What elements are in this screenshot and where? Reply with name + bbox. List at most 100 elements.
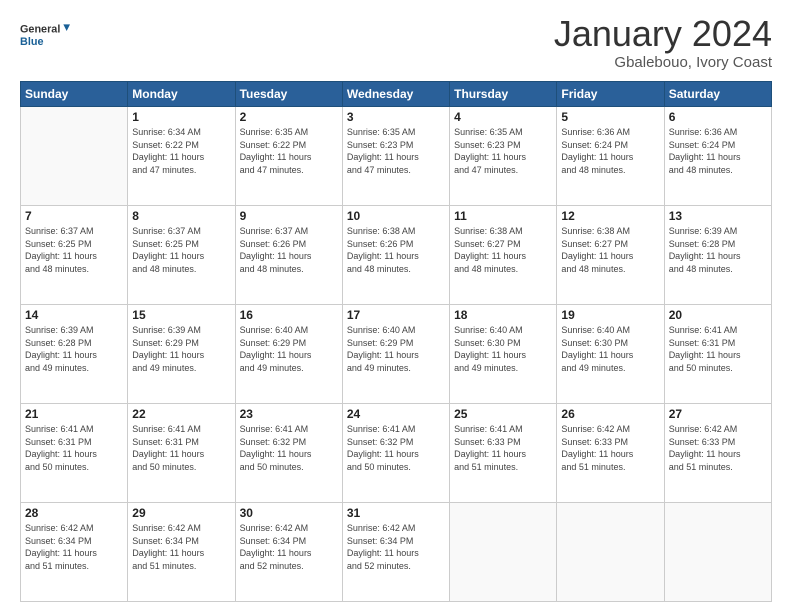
day-info: Sunrise: 6:37 AMSunset: 6:25 PMDaylight:… <box>25 225 123 275</box>
calendar-cell: 27 Sunrise: 6:42 AMSunset: 6:33 PMDayligh… <box>664 404 771 503</box>
day-number: 3 <box>347 110 445 124</box>
calendar-cell: 16 Sunrise: 6:40 AMSunset: 6:29 PMDayligh… <box>235 305 342 404</box>
day-number: 11 <box>454 209 552 223</box>
calendar-cell: 18Sunrise: 6:40 AMSunset: 6:30 PMDayligh… <box>450 305 557 404</box>
calendar-cell: 28 Sunrise: 6:42 AMSunset: 6:34 PMDayligh… <box>21 503 128 602</box>
day-info: Sunrise: 6:42 AMSunset: 6:34 PMDaylight:… <box>347 522 445 572</box>
day-number: 12 <box>561 209 659 223</box>
svg-text:General: General <box>20 24 60 36</box>
day-number: 4 <box>454 110 552 124</box>
calendar-header-row: SundayMondayTuesdayWednesdayThursdayFrid… <box>21 82 772 107</box>
day-info: Sunrise: 6:41 AMSunset: 6:32 PMDaylight:… <box>347 423 445 473</box>
day-info: Sunrise: 6:42 AMSunset: 6:34 PMDaylight:… <box>25 522 123 572</box>
day-info: Sunrise: 6:40 AMSunset: 6:29 PMDaylight:… <box>240 324 338 374</box>
day-info: Sunrise: 6:34 AMSunset: 6:22 PMDaylight:… <box>132 126 230 176</box>
day-number: 30 <box>240 506 338 520</box>
col-header-sunday: Sunday <box>21 82 128 107</box>
day-info: Sunrise: 6:40 AMSunset: 6:30 PMDaylight:… <box>561 324 659 374</box>
calendar-cell: 19 Sunrise: 6:40 AMSunset: 6:30 PMDayligh… <box>557 305 664 404</box>
day-number: 7 <box>25 209 123 223</box>
calendar-cell: 13 Sunrise: 6:39 AMSunset: 6:28 PMDayligh… <box>664 206 771 305</box>
day-number: 28 <box>25 506 123 520</box>
day-number: 20 <box>669 308 767 322</box>
calendar-cell: 29 Sunrise: 6:42 AMSunset: 6:34 PMDayligh… <box>128 503 235 602</box>
col-header-thursday: Thursday <box>450 82 557 107</box>
svg-text:Blue: Blue <box>20 36 43 48</box>
calendar-cell: 24 Sunrise: 6:41 AMSunset: 6:32 PMDayligh… <box>342 404 449 503</box>
calendar-cell: 11 Sunrise: 6:38 AMSunset: 6:27 PMDayligh… <box>450 206 557 305</box>
day-number: 2 <box>240 110 338 124</box>
day-info: Sunrise: 6:35 AMSunset: 6:22 PMDaylight:… <box>240 126 338 176</box>
day-info: Sunrise: 6:39 AMSunset: 6:29 PMDaylight:… <box>132 324 230 374</box>
calendar-cell <box>557 503 664 602</box>
day-info: Sunrise: 6:36 AMSunset: 6:24 PMDaylight:… <box>561 126 659 176</box>
calendar-cell <box>450 503 557 602</box>
day-number: 14 <box>25 308 123 322</box>
day-info: Sunrise: 6:40 AMSunset: 6:29 PMDaylight:… <box>347 324 445 374</box>
day-info: Sunrise: 6:37 AMSunset: 6:26 PMDaylight:… <box>240 225 338 275</box>
day-info: Sunrise: 6:36 AMSunset: 6:24 PMDaylight:… <box>669 126 767 176</box>
day-number: 24 <box>347 407 445 421</box>
day-number: 5 <box>561 110 659 124</box>
page: General Blue January 2024 Gbalebouo, Ivo… <box>0 0 792 612</box>
day-number: 29 <box>132 506 230 520</box>
day-info: Sunrise: 6:42 AMSunset: 6:34 PMDaylight:… <box>132 522 230 572</box>
calendar-cell: 7 Sunrise: 6:37 AMSunset: 6:25 PMDaylight… <box>21 206 128 305</box>
calendar-cell: 9 Sunrise: 6:37 AMSunset: 6:26 PMDaylight… <box>235 206 342 305</box>
calendar-cell: 17 Sunrise: 6:40 AMSunset: 6:29 PMDayligh… <box>342 305 449 404</box>
col-header-saturday: Saturday <box>664 82 771 107</box>
day-info: Sunrise: 6:38 AMSunset: 6:27 PMDaylight:… <box>454 225 552 275</box>
calendar-cell: 22Sunrise: 6:41 AMSunset: 6:31 PMDayligh… <box>128 404 235 503</box>
day-info: Sunrise: 6:39 AMSunset: 6:28 PMDaylight:… <box>25 324 123 374</box>
day-number: 16 <box>240 308 338 322</box>
day-info: Sunrise: 6:37 AMSunset: 6:25 PMDaylight:… <box>132 225 230 275</box>
week-row-2: 7 Sunrise: 6:37 AMSunset: 6:25 PMDaylight… <box>21 206 772 305</box>
day-number: 23 <box>240 407 338 421</box>
day-number: 15 <box>132 308 230 322</box>
day-number: 27 <box>669 407 767 421</box>
calendar-cell: 1 Sunrise: 6:34 AMSunset: 6:22 PMDaylight… <box>128 107 235 206</box>
calendar-cell: 20 Sunrise: 6:41 AMSunset: 6:31 PMDayligh… <box>664 305 771 404</box>
day-info: Sunrise: 6:42 AMSunset: 6:33 PMDaylight:… <box>561 423 659 473</box>
title-block: January 2024 Gbalebouo, Ivory Coast <box>554 16 772 71</box>
week-row-5: 28 Sunrise: 6:42 AMSunset: 6:34 PMDayligh… <box>21 503 772 602</box>
calendar-cell <box>664 503 771 602</box>
calendar-cell: 21Sunrise: 6:41 AMSunset: 6:31 PMDayligh… <box>21 404 128 503</box>
day-number: 13 <box>669 209 767 223</box>
calendar-cell: 30 Sunrise: 6:42 AMSunset: 6:34 PMDayligh… <box>235 503 342 602</box>
day-info: Sunrise: 6:35 AMSunset: 6:23 PMDaylight:… <box>454 126 552 176</box>
day-number: 25 <box>454 407 552 421</box>
logo-svg: General Blue <box>20 16 70 56</box>
calendar-cell: 12 Sunrise: 6:38 AMSunset: 6:27 PMDayligh… <box>557 206 664 305</box>
day-info: Sunrise: 6:41 AMSunset: 6:31 PMDaylight:… <box>132 423 230 473</box>
day-info: Sunrise: 6:35 AMSunset: 6:23 PMDaylight:… <box>347 126 445 176</box>
main-title: January 2024 <box>554 16 772 52</box>
day-number: 17 <box>347 308 445 322</box>
subtitle: Gbalebouo, Ivory Coast <box>554 54 772 71</box>
calendar-cell: 25 Sunrise: 6:41 AMSunset: 6:33 PMDayligh… <box>450 404 557 503</box>
calendar-cell: 14 Sunrise: 6:39 AMSunset: 6:28 PMDayligh… <box>21 305 128 404</box>
day-number: 9 <box>240 209 338 223</box>
day-number: 1 <box>132 110 230 124</box>
day-info: Sunrise: 6:42 AMSunset: 6:34 PMDaylight:… <box>240 522 338 572</box>
day-number: 18 <box>454 308 552 322</box>
calendar-cell: 3 Sunrise: 6:35 AMSunset: 6:23 PMDaylight… <box>342 107 449 206</box>
calendar-cell: 31Sunrise: 6:42 AMSunset: 6:34 PMDayligh… <box>342 503 449 602</box>
day-info: Sunrise: 6:39 AMSunset: 6:28 PMDaylight:… <box>669 225 767 275</box>
calendar-cell: 15 Sunrise: 6:39 AMSunset: 6:29 PMDayligh… <box>128 305 235 404</box>
calendar-cell: 5 Sunrise: 6:36 AMSunset: 6:24 PMDaylight… <box>557 107 664 206</box>
day-info: Sunrise: 6:38 AMSunset: 6:27 PMDaylight:… <box>561 225 659 275</box>
day-info: Sunrise: 6:41 AMSunset: 6:31 PMDaylight:… <box>669 324 767 374</box>
week-row-4: 21Sunrise: 6:41 AMSunset: 6:31 PMDayligh… <box>21 404 772 503</box>
day-number: 6 <box>669 110 767 124</box>
day-info: Sunrise: 6:38 AMSunset: 6:26 PMDaylight:… <box>347 225 445 275</box>
col-header-wednesday: Wednesday <box>342 82 449 107</box>
day-info: Sunrise: 6:41 AMSunset: 6:32 PMDaylight:… <box>240 423 338 473</box>
day-number: 19 <box>561 308 659 322</box>
day-info: Sunrise: 6:41 AMSunset: 6:33 PMDaylight:… <box>454 423 552 473</box>
day-info: Sunrise: 6:42 AMSunset: 6:33 PMDaylight:… <box>669 423 767 473</box>
day-number: 26 <box>561 407 659 421</box>
calendar-cell: 2 Sunrise: 6:35 AMSunset: 6:22 PMDaylight… <box>235 107 342 206</box>
calendar-cell: 10Sunrise: 6:38 AMSunset: 6:26 PMDayligh… <box>342 206 449 305</box>
calendar-cell: 8Sunrise: 6:37 AMSunset: 6:25 PMDaylight… <box>128 206 235 305</box>
